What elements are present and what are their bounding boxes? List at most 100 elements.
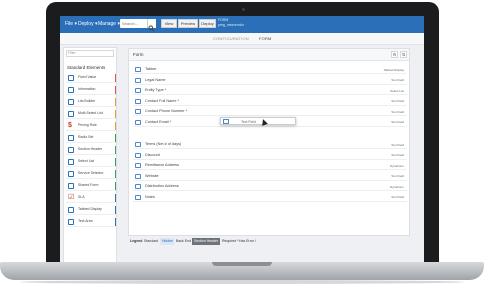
sidebar-item-label: SLA <box>78 195 85 199</box>
field-type: Tabbed Display <box>383 67 404 72</box>
form-icon <box>68 99 74 105</box>
field-icon <box>135 152 141 158</box>
field-label: Entity Type * <box>145 88 167 92</box>
menu-file[interactable]: File ▾ <box>65 19 77 30</box>
sidebar-item-label: Section Header <box>78 147 103 151</box>
sidebar-item[interactable]: List Builder <box>66 97 116 107</box>
sidebar-item[interactable]: Text Area <box>66 217 116 227</box>
legend-section-header: Section Header <box>192 238 221 245</box>
category-accent <box>114 74 116 82</box>
form-field-row[interactable]: Terms (Net # of days) Text Field <box>133 140 407 149</box>
form-icon <box>68 87 74 93</box>
field-type: Text Field <box>391 109 404 114</box>
sort-icon[interactable]: ⇅ <box>400 51 407 58</box>
tab-bar: CONFIGURATION FORM <box>60 33 424 45</box>
category-accent <box>114 86 116 94</box>
form-icon <box>68 183 74 189</box>
field-icon <box>135 109 141 114</box>
form-field-row[interactable]: Tabber Tabbed Display <box>133 65 407 74</box>
sidebar-item-label: Shared Form <box>78 183 99 187</box>
category-accent <box>114 158 116 166</box>
menu-manage[interactable]: Manage ▾ <box>98 19 120 30</box>
form-field-row[interactable]: Contact Full Name * Text Field <box>133 97 407 106</box>
form-icon <box>68 147 74 153</box>
field-icon <box>135 67 141 72</box>
tab-configuration[interactable]: CONFIGURATION <box>213 36 249 41</box>
top-toolbar: File ▾ Deploy ▾ Manage ▾ Search... View … <box>60 16 424 33</box>
category-accent <box>114 218 116 226</box>
form-field-row[interactable]: Discount Text Field <box>133 151 407 160</box>
legend-standard: Standard <box>144 239 159 243</box>
sidebar-item[interactable]: Fixed Value <box>66 73 116 83</box>
sidebar-item[interactable]: ☑ SLA <box>66 193 116 203</box>
category-accent <box>114 182 116 190</box>
sidebar-item[interactable]: Tabbed Display <box>66 205 116 215</box>
field-label: Contact Phone Number * <box>145 109 188 113</box>
sidebar-item[interactable]: Service Selector <box>66 169 116 179</box>
form-title: FORM pmg_newvendor <box>218 18 244 27</box>
legend-hidden: Hidden <box>160 238 176 245</box>
search-icon <box>148 25 155 32</box>
preview-button[interactable]: Preview <box>178 19 198 28</box>
field-label: Distribution Address <box>145 184 179 188</box>
category-accent <box>114 146 116 154</box>
search-button[interactable] <box>147 19 156 32</box>
sidebar-item-label: Pricing Rule <box>78 123 97 127</box>
field-label: Terms (Net # of days) <box>145 142 182 146</box>
drag-ghost-label: Text Field <box>241 119 256 124</box>
field-label: Notes <box>145 194 155 199</box>
category-accent <box>114 170 116 178</box>
field-type: Text Field <box>391 120 404 124</box>
dollar-icon: $ <box>68 122 72 129</box>
field-label: Remittance Address <box>145 163 179 167</box>
field-icon <box>135 119 141 125</box>
app-screen: File ▾ Deploy ▾ Manage ▾ Search... View … <box>60 16 424 263</box>
form-field-row[interactable]: Website Text Field <box>133 172 407 181</box>
filter-input[interactable]: Filter <box>66 50 114 57</box>
sidebar-item[interactable]: Select List <box>66 157 116 167</box>
sidebar-item-label: Fixed Value <box>78 75 97 79</box>
sidebar-item-label: Radio Set <box>78 135 94 139</box>
sidebar-item[interactable]: Shared Form <box>66 181 116 191</box>
form-icon <box>68 111 74 117</box>
sidebar-item[interactable]: $ Pricing Rule <box>66 121 116 131</box>
field-icon <box>135 194 141 200</box>
form-field-row[interactable]: Notes Text Field <box>133 193 407 202</box>
field-label: Discount <box>145 152 160 157</box>
category-accent <box>114 134 116 142</box>
view-button[interactable]: View <box>161 19 177 28</box>
drag-ghost-field[interactable]: Text Field <box>220 117 296 125</box>
form-field-row[interactable]: Remittance Address DynaForm <box>133 161 407 170</box>
field-icon <box>135 163 141 168</box>
field-icon <box>135 77 141 83</box>
field-type: Text Field <box>391 153 404 157</box>
laptop-shadow <box>20 280 464 284</box>
field-type: Select List <box>390 88 404 93</box>
menu-deploy[interactable]: Deploy ▾ <box>78 19 97 30</box>
sidebar-item[interactable]: Section Header <box>66 145 116 155</box>
form-field-row[interactable]: Entity Type * Select List <box>133 86 407 95</box>
elements-sidebar: Filter Standard Elements Fixed Value Info… <box>63 47 117 263</box>
field-icon <box>135 184 141 189</box>
form-field-row[interactable]: Contact Phone Number * Text Field <box>133 107 407 116</box>
form-field-row[interactable]: Distribution Address DynaForm <box>133 182 407 191</box>
form-field-row[interactable]: Legal Name Text Field <box>133 76 407 85</box>
field-icon <box>135 173 141 179</box>
chevron-down-icon: ▾ <box>74 21 77 27</box>
sidebar-item-label: Information <box>78 87 96 91</box>
sidebar-item[interactable]: Information <box>66 85 116 95</box>
sidebar-item[interactable]: Multi-Select List <box>66 109 116 119</box>
legend-has-error: Has Error ! <box>239 239 256 243</box>
deploy-button[interactable]: Deploy <box>199 19 216 28</box>
category-accent <box>114 194 116 202</box>
form-icon <box>68 171 74 177</box>
tab-form[interactable]: FORM <box>259 36 272 41</box>
form-icon <box>68 135 74 141</box>
field-label: Legal Name <box>145 77 166 82</box>
settings-icon[interactable]: ⚙ <box>391 51 398 58</box>
field-type: Text Field <box>391 195 404 199</box>
sidebar-item[interactable]: Radio Set <box>66 133 116 143</box>
sidebar-item-label: Text Area <box>78 219 93 223</box>
form-panel-header: Form ⚙ ⇅ <box>129 49 409 61</box>
field-icon <box>135 88 141 93</box>
